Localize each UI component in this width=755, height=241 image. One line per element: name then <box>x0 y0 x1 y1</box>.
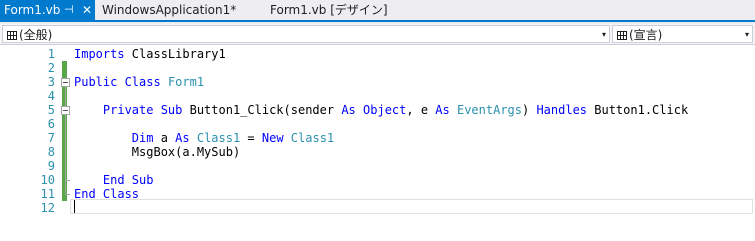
code-line[interactable]: Private Sub Button1_Click(sender As Obje… <box>74 103 688 117</box>
code-line[interactable]: Imports ClassLibrary1 <box>74 47 226 61</box>
line-number: 8 <box>47 145 55 159</box>
change-indicator <box>62 61 67 75</box>
text-caret <box>74 200 75 213</box>
chevron-down-icon[interactable]: ▾ <box>602 26 606 44</box>
line-number: 2 <box>47 61 55 75</box>
tab-label: WindowsApplication1* <box>102 3 237 17</box>
outline-guide-end <box>65 180 70 181</box>
code-editor[interactable]: 1 2 3 4 5 6 7 8 9 10 11 12 Imports ClassLibrary1 Publ… <box>0 45 755 241</box>
code-line[interactable]: End Sub <box>74 173 154 187</box>
tab-form1-designer[interactable]: Form1.vb [デザイン] <box>270 0 388 20</box>
collapse-icon[interactable] <box>61 78 70 87</box>
line-number: 12 <box>40 201 55 215</box>
collapse-icon[interactable] <box>61 106 70 115</box>
close-icon[interactable]: ✕ <box>82 0 92 20</box>
pin-icon[interactable]: ⊣ <box>64 0 74 20</box>
line-number: 11 <box>40 187 55 201</box>
code-line[interactable]: End Class <box>74 187 139 201</box>
class-icon <box>7 31 17 40</box>
class-dropdown[interactable]: (全般) ▾ <box>2 25 610 43</box>
class-dropdown-value: (全般) <box>19 28 53 42</box>
line-number: 10 <box>40 173 55 187</box>
code-line[interactable]: Public Class Form1 <box>74 75 204 89</box>
code-line[interactable]: Dim a As Class1 = New Class1 <box>74 131 334 145</box>
line-number: 1 <box>47 47 55 61</box>
outline-guide-end <box>65 194 70 195</box>
tab-windowsapplication1[interactable]: WindowsApplication1* <box>102 0 236 20</box>
line-number: 4 <box>47 89 55 103</box>
code-line[interactable]: MsgBox(a.MySub) <box>74 145 240 159</box>
line-number: 9 <box>47 159 55 173</box>
current-line-highlight <box>70 199 753 214</box>
outline-guide <box>65 115 66 180</box>
line-number: 7 <box>47 131 55 145</box>
tab-label: Form1.vb <box>4 3 61 17</box>
document-tab-strip: Form1.vb ⊣ ✕ WindowsApplication1* Form1.… <box>0 0 755 22</box>
line-number: 3 <box>47 75 55 89</box>
member-dropdown-value: (宣言) <box>629 28 663 42</box>
chevron-down-icon[interactable]: ▾ <box>745 26 749 44</box>
line-number: 6 <box>47 117 55 131</box>
tab-form1-vb[interactable]: Form1.vb ⊣ ✕ <box>0 0 95 20</box>
tab-label: Form1.vb [デザイン] <box>270 3 388 17</box>
member-dropdown[interactable]: (宣言) ▾ <box>612 25 753 43</box>
member-icon <box>617 31 627 40</box>
line-number: 5 <box>47 103 55 117</box>
navigation-bar: (全般) ▾ (宣言) ▾ <box>0 24 755 45</box>
